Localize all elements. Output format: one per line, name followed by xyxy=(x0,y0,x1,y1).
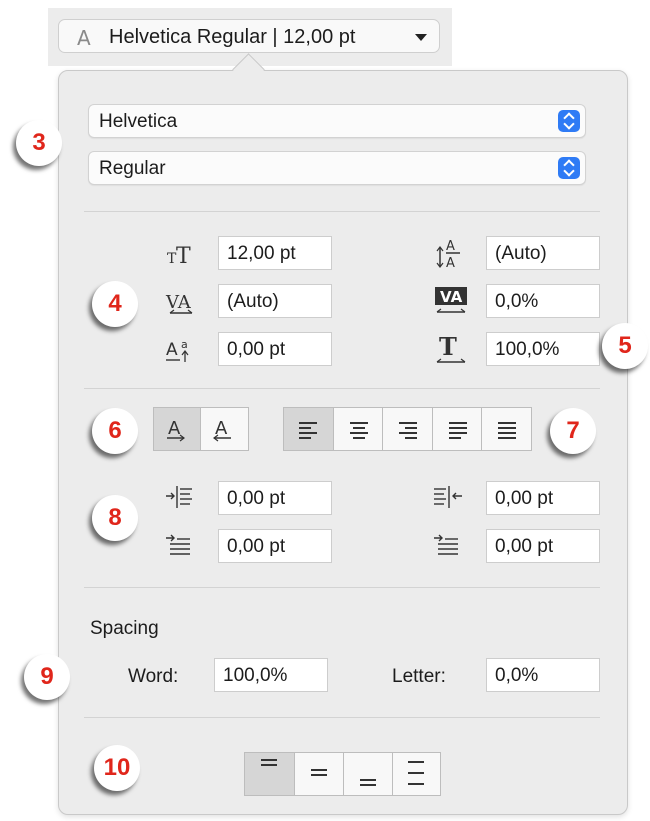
horizontal-scale-value: 100,0% xyxy=(495,339,560,360)
font-style-value: Regular xyxy=(99,158,166,179)
baseline-shift-icon: Aa xyxy=(164,334,196,366)
word-spacing-label: Word: xyxy=(128,666,179,687)
baseline-shift-value: 0,00 pt xyxy=(227,339,286,360)
vertical-align-justify-icon xyxy=(408,761,424,788)
align-right-icon xyxy=(399,422,418,442)
separator xyxy=(84,388,600,389)
line-height-field[interactable]: (Auto) xyxy=(486,236,600,270)
font-size-value: 12,00 pt xyxy=(227,243,296,264)
tracking-field[interactable]: 0,0% xyxy=(486,284,600,318)
svg-text:A: A xyxy=(446,256,455,270)
font-family-value: Helvetica xyxy=(99,111,178,132)
font-style-popup[interactable]: Regular xyxy=(88,151,586,185)
kerning-icon: VA xyxy=(164,286,196,318)
popup-stepper-icon xyxy=(558,110,580,132)
vertical-align-bottom-button[interactable] xyxy=(344,753,393,795)
vertical-align-justify-button[interactable] xyxy=(393,753,440,795)
svg-text:T: T xyxy=(176,244,191,269)
right-indent-icon xyxy=(432,484,464,516)
align-justify-all-icon xyxy=(498,422,517,442)
last-line-indent-field[interactable]: 0,00 pt xyxy=(486,529,600,563)
horizontal-scale-icon: T xyxy=(434,332,466,364)
align-justify-button[interactable] xyxy=(433,408,483,450)
baseline-shift-field[interactable]: 0,00 pt xyxy=(218,332,332,366)
kerning-field[interactable]: (Auto) xyxy=(218,284,332,318)
underline-style-segmented-control: A A xyxy=(153,407,249,451)
vertical-align-bottom-icon xyxy=(360,779,376,789)
left-indent-icon xyxy=(164,484,196,516)
align-justify-icon xyxy=(448,422,467,442)
last-line-indent-value: 0,00 pt xyxy=(495,536,554,557)
align-right-button[interactable] xyxy=(383,408,433,450)
font-size-field[interactable]: 12,00 pt xyxy=(218,236,332,270)
callout-badge-5: 5 xyxy=(602,323,648,369)
letter-spacing-field[interactable]: 0,0% xyxy=(486,658,600,692)
svg-text:a: a xyxy=(181,338,188,351)
separator xyxy=(84,587,600,588)
first-line-indent-field[interactable]: 0,00 pt xyxy=(218,529,332,563)
last-line-indent-icon xyxy=(432,532,464,564)
word-spacing-field[interactable]: 100,0% xyxy=(214,658,328,692)
svg-text:T: T xyxy=(439,332,457,361)
vertical-align-top-button[interactable] xyxy=(245,753,295,795)
underline-alt-button[interactable]: A xyxy=(201,408,248,450)
left-indent-value: 0,00 pt xyxy=(227,488,286,509)
spacing-heading: Spacing xyxy=(90,618,159,639)
vertical-align-top-icon xyxy=(261,759,277,769)
vertical-alignment-segmented-control xyxy=(244,752,441,796)
separator xyxy=(84,211,600,212)
separator xyxy=(84,717,600,718)
font-a-icon: A xyxy=(77,26,91,50)
font-selector-label: Helvetica Regular | 12,00 pt xyxy=(109,26,356,48)
horizontal-scale-field[interactable]: 100,0% xyxy=(486,332,600,366)
callout-badge-7: 7 xyxy=(550,408,596,454)
align-justify-all-button[interactable] xyxy=(482,408,531,450)
callout-badge-3: 3 xyxy=(16,120,62,166)
right-indent-value: 0,00 pt xyxy=(495,488,554,509)
align-left-icon xyxy=(299,422,317,442)
line-height-icon: AA xyxy=(436,236,468,271)
popup-stepper-icon xyxy=(558,157,580,179)
letter-spacing-value: 0,0% xyxy=(495,665,539,686)
callout-badge-10: 10 xyxy=(94,745,140,791)
underline-alt-icon: A xyxy=(213,418,232,442)
tracking-value: 0,0% xyxy=(495,291,539,312)
svg-text:A: A xyxy=(166,340,178,360)
svg-text:A: A xyxy=(168,418,181,439)
callout-badge-6: 6 xyxy=(92,408,138,454)
kerning-value: (Auto) xyxy=(227,291,279,312)
letter-spacing-label: Letter: xyxy=(392,666,446,687)
align-center-button[interactable] xyxy=(334,408,384,450)
align-left-button[interactable] xyxy=(284,408,334,450)
first-line-indent-value: 0,00 pt xyxy=(227,536,286,557)
svg-text:A: A xyxy=(446,239,455,254)
first-line-indent-icon xyxy=(164,532,196,564)
vertical-align-middle-icon xyxy=(311,769,327,779)
right-indent-field[interactable]: 0,00 pt xyxy=(486,481,600,515)
font-size-icon: TT xyxy=(164,238,196,270)
callout-badge-9: 9 xyxy=(24,654,70,700)
align-center-icon xyxy=(349,422,368,442)
font-family-popup[interactable]: Helvetica xyxy=(88,104,586,138)
svg-text:VA: VA xyxy=(165,292,192,313)
tracking-icon: VA xyxy=(434,284,467,316)
underline-single-icon: A xyxy=(167,418,185,442)
vertical-align-middle-button[interactable] xyxy=(295,753,344,795)
left-indent-field[interactable]: 0,00 pt xyxy=(218,481,332,515)
callout-badge-4: 4 xyxy=(92,281,138,327)
line-height-value: (Auto) xyxy=(495,243,547,264)
svg-text:VA: VA xyxy=(440,288,463,306)
callout-badge-8: 8 xyxy=(92,495,138,541)
underline-single-button[interactable]: A xyxy=(154,408,202,450)
paragraph-alignment-segmented-control xyxy=(283,407,532,451)
word-spacing-value: 100,0% xyxy=(223,665,288,686)
font-selector-pill[interactable]: A Helvetica Regular | 12,00 pt xyxy=(58,19,440,53)
chevron-down-icon xyxy=(415,34,427,41)
